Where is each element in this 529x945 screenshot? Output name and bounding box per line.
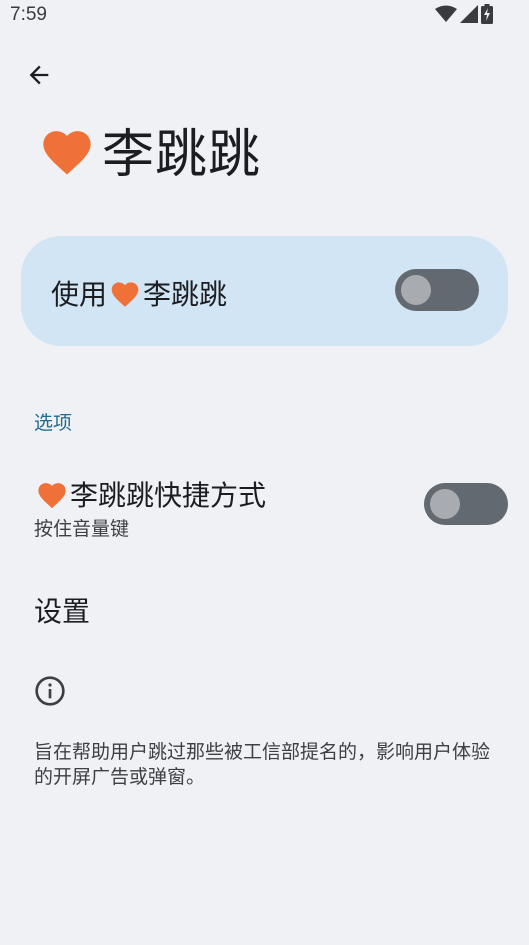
page-header: 李跳跳: [38, 112, 261, 187]
back-arrow-icon: [29, 65, 49, 85]
status-time: 7:59: [10, 4, 47, 25]
heart-icon: [43, 130, 91, 174]
heart-icon: [111, 282, 139, 307]
master-switch-prefix: 使用: [51, 278, 108, 311]
back-button[interactable]: [20, 56, 58, 94]
master-switch-name: 李跳跳: [143, 278, 228, 311]
page-title: 李跳跳: [102, 125, 262, 185]
master-switch-card[interactable]: 使用 李跳跳: [21, 236, 508, 346]
status-bar: 7:59: [0, 0, 529, 30]
switch-thumb: [430, 489, 460, 519]
shortcut-toggle-switch[interactable]: [424, 483, 508, 525]
master-toggle-switch[interactable]: [395, 269, 479, 311]
shortcut-name: 李跳跳: [70, 479, 155, 512]
info-description: 旨在帮助用户跳过那些被工信部提名的，影响用户体验的开屏广告或弹窗。: [34, 741, 491, 788]
master-switch-label: 使用 李跳跳: [51, 273, 227, 313]
battery-charging-icon: [481, 4, 493, 24]
heart-icon: [38, 483, 66, 509]
section-title-options: 选项: [34, 412, 73, 434]
shortcut-subtitle: 按住音量键: [34, 518, 130, 540]
signal-icon: [460, 5, 478, 23]
settings-item[interactable]: 设置: [34, 590, 90, 630]
status-icons: [435, 4, 493, 24]
wifi-icon: [435, 5, 457, 22]
info-icon: [35, 676, 65, 706]
switch-thumb: [401, 275, 431, 305]
shortcut-title-suffix: 快捷方式: [154, 479, 267, 512]
shortcut-title: 李跳跳 快捷方式: [35, 474, 266, 514]
shortcut-setting-row[interactable]: 李跳跳 快捷方式 按住音量键: [0, 470, 529, 545]
